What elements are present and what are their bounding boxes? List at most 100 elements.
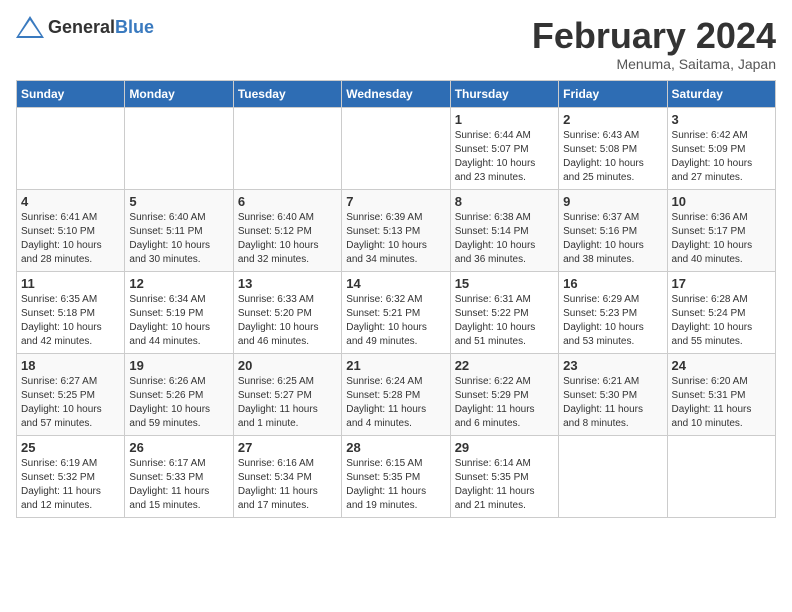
day-info: Sunrise: 6:43 AM Sunset: 5:08 PM Dayligh…	[563, 129, 662, 185]
calendar-cell	[17, 107, 125, 189]
calendar-cell: 19 Sunrise: 6:26 AM Sunset: 5:26 PM Dayli…	[125, 353, 233, 435]
day-info: Sunrise: 6:35 AM Sunset: 5:18 PM Dayligh…	[21, 293, 120, 349]
main-title: February 2024	[532, 16, 776, 56]
calendar-cell: 8Sunrise: 6:38 AM Sunset: 5:14 PM Daylig…	[450, 189, 558, 271]
calendar-cell	[342, 107, 450, 189]
subtitle: Menuma, Saitama, Japan	[532, 56, 776, 72]
day-info: Sunrise: 6:27 AM Sunset: 5:25 PM Dayligh…	[21, 375, 120, 431]
calendar-cell: 13 Sunrise: 6:33 AM Sunset: 5:20 PM Dayli…	[233, 271, 341, 353]
calendar-cell: 1 Sunrise: 6:44 AM Sunset: 5:07 PM Daylig…	[450, 107, 558, 189]
day-number: 28	[346, 440, 445, 455]
title-area: February 2024 Menuma, Saitama, Japan	[532, 16, 776, 72]
day-info: Sunrise: 6:26 AM Sunset: 5:26 PM Dayligh…	[129, 375, 228, 431]
calendar-cell: 6 Sunrise: 6:40 AM Sunset: 5:12 PM Daylig…	[233, 189, 341, 271]
header-day-monday: Monday	[125, 80, 233, 107]
day-number: 24	[672, 358, 771, 373]
calendar-cell: 9Sunrise: 6:37 AM Sunset: 5:16 PM Daylig…	[559, 189, 667, 271]
day-number: 17	[672, 276, 771, 291]
calendar-cell: 23 Sunrise: 6:21 AM Sunset: 5:30 PM Dayli…	[559, 353, 667, 435]
day-number: 1	[455, 112, 554, 127]
calendar-cell: 29 Sunrise: 6:14 AM Sunset: 5:35 PM Dayli…	[450, 435, 558, 517]
calendar-cell: 18Sunrise: 6:27 AM Sunset: 5:25 PM Dayli…	[17, 353, 125, 435]
day-info: Sunrise: 6:40 AM Sunset: 5:12 PM Dayligh…	[238, 211, 337, 267]
calendar-cell: 17 Sunrise: 6:28 AM Sunset: 5:24 PM Dayli…	[667, 271, 775, 353]
day-info: Sunrise: 6:31 AM Sunset: 5:22 PM Dayligh…	[455, 293, 554, 349]
calendar-week-4: 18Sunrise: 6:27 AM Sunset: 5:25 PM Dayli…	[17, 353, 776, 435]
day-number: 19	[129, 358, 228, 373]
day-info: Sunrise: 6:44 AM Sunset: 5:07 PM Dayligh…	[455, 129, 554, 185]
calendar-week-3: 11 Sunrise: 6:35 AM Sunset: 5:18 PM Dayli…	[17, 271, 776, 353]
day-number: 26	[129, 440, 228, 455]
day-info: Sunrise: 6:34 AM Sunset: 5:19 PM Dayligh…	[129, 293, 228, 349]
calendar-cell: 5 Sunrise: 6:40 AM Sunset: 5:11 PM Daylig…	[125, 189, 233, 271]
day-number: 29	[455, 440, 554, 455]
day-number: 23	[563, 358, 662, 373]
day-number: 5	[129, 194, 228, 209]
day-info: Sunrise: 6:16 AM Sunset: 5:34 PM Dayligh…	[238, 457, 337, 513]
calendar-cell: 22 Sunrise: 6:22 AM Sunset: 5:29 PM Dayli…	[450, 353, 558, 435]
calendar-cell: 28 Sunrise: 6:15 AM Sunset: 5:35 PM Dayli…	[342, 435, 450, 517]
logo-text-general: General	[48, 17, 115, 37]
day-info: Sunrise: 6:15 AM Sunset: 5:35 PM Dayligh…	[346, 457, 445, 513]
day-info: Sunrise: 6:17 AM Sunset: 5:33 PM Dayligh…	[129, 457, 228, 513]
calendar-cell: 11 Sunrise: 6:35 AM Sunset: 5:18 PM Dayli…	[17, 271, 125, 353]
calendar-body: 1 Sunrise: 6:44 AM Sunset: 5:07 PM Daylig…	[17, 107, 776, 517]
calendar-week-2: 4 Sunrise: 6:41 AM Sunset: 5:10 PM Daylig…	[17, 189, 776, 271]
header-day-tuesday: Tuesday	[233, 80, 341, 107]
day-info: Sunrise: 6:38 AM Sunset: 5:14 PM Dayligh…	[455, 211, 554, 267]
day-info: Sunrise: 6:20 AM Sunset: 5:31 PM Dayligh…	[672, 375, 771, 431]
day-info: Sunrise: 6:25 AM Sunset: 5:27 PM Dayligh…	[238, 375, 337, 431]
header-day-friday: Friday	[559, 80, 667, 107]
day-number: 14	[346, 276, 445, 291]
calendar-table: SundayMondayTuesdayWednesdayThursdayFrid…	[16, 80, 776, 518]
day-info: Sunrise: 6:33 AM Sunset: 5:20 PM Dayligh…	[238, 293, 337, 349]
day-info: Sunrise: 6:37 AM Sunset: 5:16 PM Dayligh…	[563, 211, 662, 267]
calendar-week-1: 1 Sunrise: 6:44 AM Sunset: 5:07 PM Daylig…	[17, 107, 776, 189]
calendar-cell: 20Sunrise: 6:25 AM Sunset: 5:27 PM Dayli…	[233, 353, 341, 435]
day-number: 4	[21, 194, 120, 209]
day-info: Sunrise: 6:22 AM Sunset: 5:29 PM Dayligh…	[455, 375, 554, 431]
day-info: Sunrise: 6:42 AM Sunset: 5:09 PM Dayligh…	[672, 129, 771, 185]
day-number: 16	[563, 276, 662, 291]
day-info: Sunrise: 6:40 AM Sunset: 5:11 PM Dayligh…	[129, 211, 228, 267]
calendar-week-5: 25 Sunrise: 6:19 AM Sunset: 5:32 PM Dayli…	[17, 435, 776, 517]
day-info: Sunrise: 6:28 AM Sunset: 5:24 PM Dayligh…	[672, 293, 771, 349]
day-info: Sunrise: 6:36 AM Sunset: 5:17 PM Dayligh…	[672, 211, 771, 267]
calendar-cell	[667, 435, 775, 517]
header-day-thursday: Thursday	[450, 80, 558, 107]
day-number: 3	[672, 112, 771, 127]
logo-text-blue: Blue	[115, 17, 154, 37]
calendar-cell: 26 Sunrise: 6:17 AM Sunset: 5:33 PM Dayli…	[125, 435, 233, 517]
calendar-cell: 10 Sunrise: 6:36 AM Sunset: 5:17 PM Dayli…	[667, 189, 775, 271]
calendar-cell: 24 Sunrise: 6:20 AM Sunset: 5:31 PM Dayli…	[667, 353, 775, 435]
calendar-cell	[125, 107, 233, 189]
calendar-cell: 14 Sunrise: 6:32 AM Sunset: 5:21 PM Dayli…	[342, 271, 450, 353]
header-day-saturday: Saturday	[667, 80, 775, 107]
header-day-wednesday: Wednesday	[342, 80, 450, 107]
day-info: Sunrise: 6:21 AM Sunset: 5:30 PM Dayligh…	[563, 375, 662, 431]
day-number: 7	[346, 194, 445, 209]
calendar-cell: 3 Sunrise: 6:42 AM Sunset: 5:09 PM Daylig…	[667, 107, 775, 189]
day-number: 10	[672, 194, 771, 209]
day-info: Sunrise: 6:19 AM Sunset: 5:32 PM Dayligh…	[21, 457, 120, 513]
calendar-cell: 15Sunrise: 6:31 AM Sunset: 5:22 PM Dayli…	[450, 271, 558, 353]
calendar-cell: 12 Sunrise: 6:34 AM Sunset: 5:19 PM Dayli…	[125, 271, 233, 353]
day-info: Sunrise: 6:32 AM Sunset: 5:21 PM Dayligh…	[346, 293, 445, 349]
day-number: 21	[346, 358, 445, 373]
logo-icon	[16, 16, 44, 38]
day-info: Sunrise: 6:24 AM Sunset: 5:28 PM Dayligh…	[346, 375, 445, 431]
calendar-cell: 7Sunrise: 6:39 AM Sunset: 5:13 PM Daylig…	[342, 189, 450, 271]
day-info: Sunrise: 6:14 AM Sunset: 5:35 PM Dayligh…	[455, 457, 554, 513]
calendar-cell	[559, 435, 667, 517]
calendar-cell: 27Sunrise: 6:16 AM Sunset: 5:34 PM Dayli…	[233, 435, 341, 517]
day-number: 22	[455, 358, 554, 373]
day-number: 12	[129, 276, 228, 291]
day-number: 13	[238, 276, 337, 291]
day-number: 25	[21, 440, 120, 455]
calendar-cell: 16Sunrise: 6:29 AM Sunset: 5:23 PM Dayli…	[559, 271, 667, 353]
day-number: 6	[238, 194, 337, 209]
day-info: Sunrise: 6:41 AM Sunset: 5:10 PM Dayligh…	[21, 211, 120, 267]
calendar-cell: 4 Sunrise: 6:41 AM Sunset: 5:10 PM Daylig…	[17, 189, 125, 271]
calendar-cell: 21 Sunrise: 6:24 AM Sunset: 5:28 PM Dayli…	[342, 353, 450, 435]
day-number: 11	[21, 276, 120, 291]
